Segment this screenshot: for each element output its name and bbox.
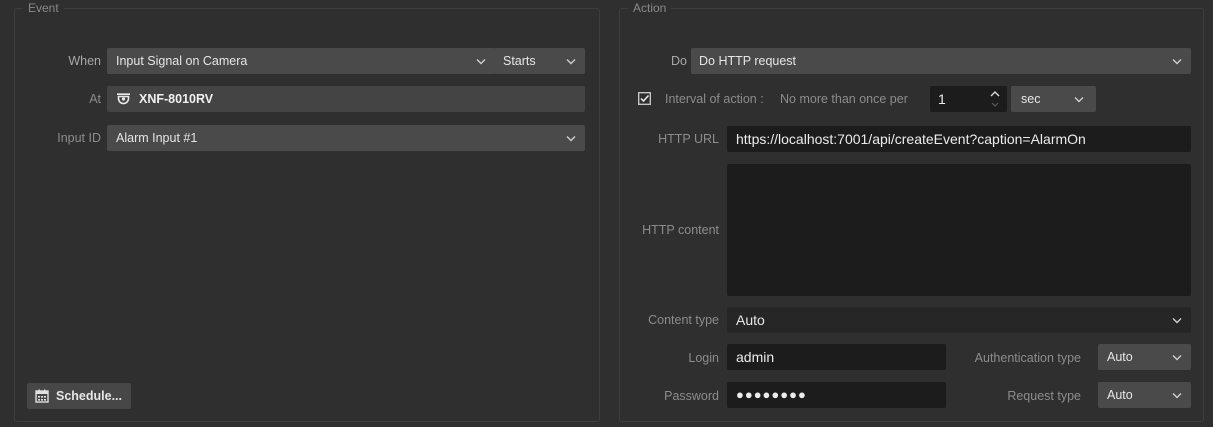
chevron-down-icon — [1074, 86, 1084, 112]
password-value: ●●●●●●●● — [736, 387, 807, 402]
login-label: Login — [688, 351, 719, 365]
do-label: Do — [671, 54, 687, 68]
chevron-down-icon — [1172, 307, 1182, 333]
chevron-down-icon — [476, 48, 486, 74]
interval-prefix-label: No more than once per — [780, 92, 908, 106]
at-camera-field[interactable]: XNF-8010RV — [107, 86, 585, 112]
interval-unit-value: sec — [1021, 92, 1041, 106]
input-id-label: Input ID — [57, 131, 101, 145]
schedule-button-label: Schedule... — [56, 389, 122, 403]
interval-unit-dropdown[interactable]: sec — [1011, 86, 1096, 112]
schedule-button[interactable]: Schedule... — [27, 383, 131, 409]
when-value: Input Signal on Camera — [116, 54, 248, 68]
http-url-input[interactable]: https://localhost:7001/api/createEvent?c… — [727, 126, 1191, 152]
http-content-label: HTTP content — [642, 223, 719, 237]
when-dropdown[interactable]: Input Signal on Camera — [107, 48, 495, 74]
at-label: At — [89, 92, 101, 106]
http-url-value: https://localhost:7001/api/createEvent?c… — [736, 131, 1086, 147]
request-type-dropdown[interactable]: Auto — [1098, 382, 1191, 408]
login-input[interactable]: admin — [727, 344, 946, 370]
event-panel-title: Event — [23, 1, 64, 15]
request-type-label: Request type — [1007, 389, 1081, 403]
content-type-dropdown[interactable]: Auto — [727, 307, 1191, 333]
chevron-down-icon — [1172, 382, 1182, 408]
password-label: Password — [664, 389, 719, 403]
calendar-icon — [35, 389, 49, 403]
action-panel: Action Do Do HTTP request Interval of ac… — [619, 1, 1204, 422]
authentication-type-dropdown[interactable]: Auto — [1098, 344, 1191, 370]
interval-value: 1 — [938, 91, 946, 107]
http-content-textarea[interactable] — [727, 164, 1191, 296]
when-label: When — [68, 54, 101, 68]
input-id-value: Alarm Input #1 — [116, 131, 198, 145]
http-url-label: HTTP URL — [658, 132, 719, 146]
do-action-value: Do HTTP request — [699, 54, 797, 68]
input-id-dropdown[interactable]: Alarm Input #1 — [107, 125, 585, 151]
chevron-down-icon — [566, 125, 576, 151]
chevron-down-icon — [1172, 344, 1182, 370]
interval-value-spinbox[interactable]: 1 — [930, 86, 1007, 112]
content-type-label: Content type — [648, 313, 719, 327]
do-action-dropdown[interactable]: Do HTTP request — [691, 48, 1191, 74]
chevron-down-icon — [566, 48, 576, 74]
login-value: admin — [736, 349, 775, 365]
starts-dropdown[interactable]: Starts — [494, 48, 585, 74]
interval-label: Interval of action : — [665, 92, 764, 106]
request-type-value: Auto — [1107, 388, 1133, 402]
action-panel-title: Action — [628, 1, 672, 15]
authentication-type-label: Authentication type — [974, 351, 1081, 365]
authentication-type-value: Auto — [1107, 350, 1133, 364]
content-type-value: Auto — [736, 312, 765, 328]
interval-checkbox[interactable] — [638, 92, 651, 105]
event-panel: Event When Input Signal on Camera Starts… — [14, 1, 600, 422]
starts-value: Starts — [503, 54, 536, 68]
camera-icon — [116, 93, 131, 105]
spin-up-down-icon[interactable] — [990, 89, 1000, 112]
password-input[interactable]: ●●●●●●●● — [727, 382, 946, 408]
chevron-down-icon — [1172, 48, 1182, 74]
at-camera-value: XNF-8010RV — [139, 92, 214, 106]
